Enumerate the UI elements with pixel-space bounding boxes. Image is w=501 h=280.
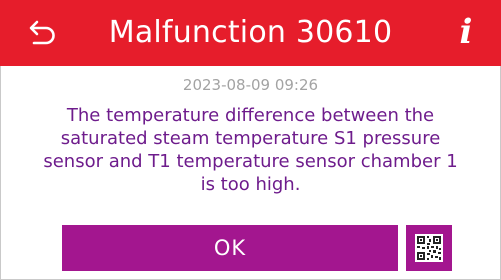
error-message: The temperature difference between the s… bbox=[43, 105, 458, 195]
qr-code-icon bbox=[415, 234, 443, 262]
timestamp: 2023-08-09 09:26 bbox=[182, 76, 319, 94]
qr-code-button[interactable] bbox=[406, 225, 452, 271]
info-icon: i bbox=[459, 12, 473, 52]
info-button[interactable]: i bbox=[451, 12, 481, 52]
page-title: Malfunction 30610 bbox=[108, 15, 393, 50]
header-bar: Malfunction 30610 i bbox=[0, 0, 501, 66]
back-arrow-icon bbox=[29, 20, 55, 45]
back-button[interactable] bbox=[28, 18, 58, 48]
ok-button[interactable]: OK bbox=[62, 225, 398, 271]
